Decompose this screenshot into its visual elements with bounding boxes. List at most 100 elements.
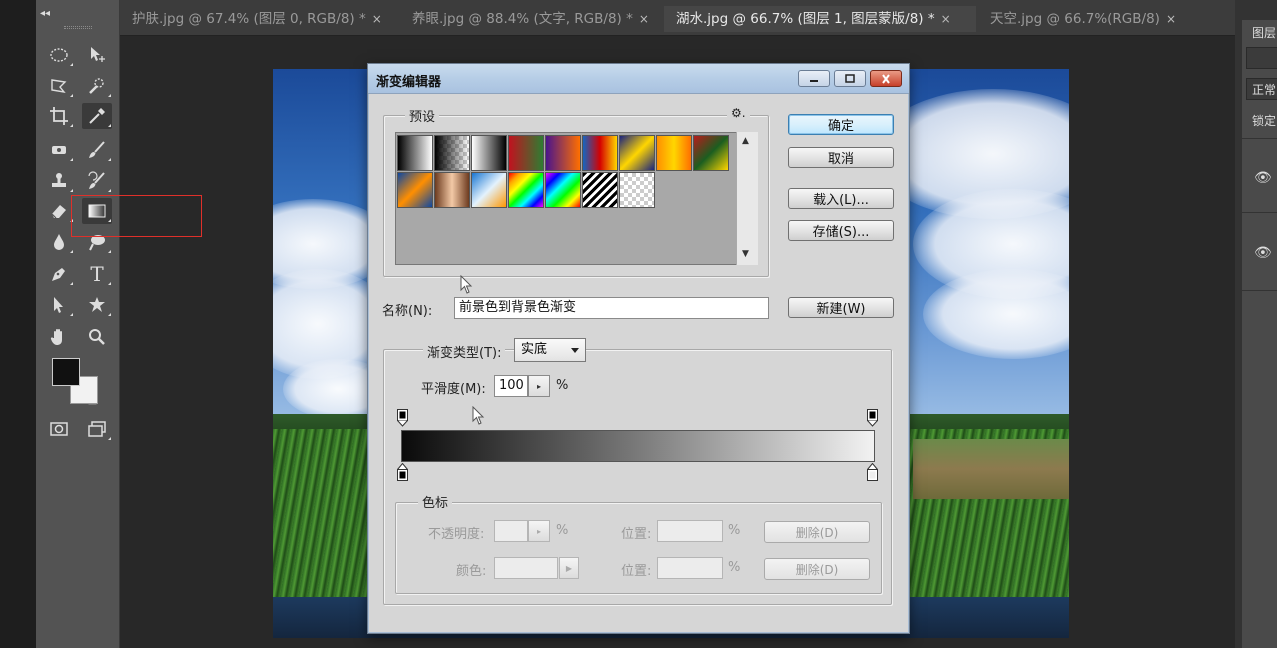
presets-legend: 预设 [405,106,440,125]
eyedropper-tool-icon[interactable] [82,103,112,129]
zoom-tool-icon[interactable] [82,324,112,350]
new-button[interactable]: 新建(W) [788,297,894,318]
screen-mode-icon[interactable] [82,416,112,442]
collapse-icon[interactable]: ◂◂ [40,8,50,19]
dialog-titlebar[interactable]: 渐变编辑器 [368,64,909,94]
preset-swatch[interactable] [619,135,655,171]
elliptical-marquee-tool-icon[interactable] [44,42,74,68]
tab-label: 湖水.jpg @ 66.7% (图层 1, 图层蒙版/8) * [676,11,935,27]
color-menu-arrow[interactable]: ▶ [559,557,579,579]
tab-tiankong[interactable]: 天空.jpg @ 66.7%(RGB/8) × [978,8,1188,30]
polygonal-lasso-tool-icon[interactable] [44,73,74,99]
eye-icon[interactable]: 👁 [1254,245,1272,261]
foreground-color-swatch[interactable] [52,358,80,386]
tab-label: 养眼.jpg @ 88.4% (文字, RGB/8) * [412,11,633,27]
minimize-button[interactable] [798,70,830,87]
color-stop-right[interactable] [867,463,878,481]
close-icon[interactable]: × [1166,12,1176,26]
history-brush-tool-icon[interactable] [82,168,112,194]
tab-label: 护肤.jpg @ 67.4% (图层 0, RGB/8) * [132,11,366,27]
smoothness-input[interactable]: 100 [494,375,528,397]
delete-color-stop-button[interactable]: 删除(D) [764,558,870,580]
crop-tool-icon[interactable] [44,103,74,129]
tab-yangyan[interactable]: 养眼.jpg @ 88.4% (文字, RGB/8) * × [400,8,660,30]
panel-grip[interactable] [64,26,92,29]
quick-selection-tool-icon[interactable] [82,73,112,99]
stops-group [395,502,882,594]
type-tool-icon[interactable]: T [82,261,112,287]
maximize-icon [845,73,855,83]
preset-swatch[interactable] [545,135,581,171]
opacity-stop-left[interactable] [397,409,408,427]
row-divider [1242,212,1277,213]
color-position-input[interactable] [657,557,723,579]
name-input[interactable]: 前景色到背景色渐变 [454,297,769,319]
opacity-stop-right[interactable] [867,409,878,427]
tab-hushui[interactable]: 湖水.jpg @ 66.7% (图层 1, 图层蒙版/8) * × [664,6,976,32]
eraser-tool-icon[interactable] [44,198,74,224]
close-icon[interactable]: × [941,12,951,26]
preset-swatch[interactable] [582,135,618,171]
ok-button[interactable]: 确定 [788,114,894,135]
preset-swatch[interactable] [508,135,544,171]
preset-swatch[interactable] [508,172,544,208]
blend-mode-select[interactable]: 正常 [1246,78,1277,100]
quick-mask-icon[interactable] [44,416,74,442]
brush-tool-icon[interactable] [82,137,112,163]
move-tool-icon[interactable] [82,42,112,68]
preset-swatch[interactable] [471,135,507,171]
preset-swatch[interactable] [397,135,433,171]
preset-swatch[interactable] [434,135,470,171]
opacity-label: 不透明度: [428,527,485,542]
save-button[interactable]: 存储(S)... [788,220,894,241]
close-icon[interactable]: × [639,12,649,26]
chevron-down-icon [571,348,579,353]
presets-grid[interactable] [395,132,758,265]
maximize-button[interactable] [834,70,866,87]
gradient-type-select[interactable]: 实底 [514,338,586,362]
spot-healing-brush-icon[interactable] [44,137,74,163]
smoothness-stepper[interactable]: ▸ [528,375,550,397]
preset-swatch[interactable] [471,172,507,208]
cancel-button[interactable]: 取消 [788,147,894,168]
opacity-position-label: 位置: [621,527,652,542]
preset-swatch[interactable] [693,135,729,171]
eye-icon[interactable]: 👁 [1254,170,1272,186]
type-tool-glyph: T [90,262,104,286]
pen-tool-icon[interactable] [44,261,74,287]
path-selection-tool-icon[interactable] [44,292,74,318]
hand-tool-icon[interactable] [44,324,74,350]
layer-filter-field[interactable] [1246,47,1277,69]
color-swatch-field[interactable] [494,557,558,579]
preset-swatch[interactable] [582,172,618,208]
load-button[interactable]: 载入(L)... [788,188,894,209]
layers-panel: 图层 正常 锁定 👁 👁 [1235,0,1277,648]
row-divider [1242,138,1277,139]
smoothness-unit: % [556,378,569,393]
opacity-input[interactable] [494,520,528,542]
blur-tool-icon[interactable] [44,229,74,255]
custom-shape-tool-icon[interactable] [82,292,112,318]
preset-swatch[interactable] [397,172,433,208]
delete-opacity-stop-button[interactable]: 删除(D) [764,521,870,543]
row-divider [1242,290,1277,291]
blend-mode-value: 正常 [1252,83,1277,97]
close-button[interactable] [870,70,902,87]
opacity-stepper[interactable]: ▸ [528,520,550,542]
opacity-position-input[interactable] [657,520,723,542]
gradient-preview-bar[interactable] [401,430,875,462]
scroll-down-icon[interactable]: ▼ [742,249,749,259]
presets-scrollbar[interactable]: ▲ ▼ [736,132,758,265]
color-label: 颜色: [456,564,487,579]
preset-swatch[interactable] [434,172,470,208]
color-stop-left[interactable] [397,463,408,481]
close-icon[interactable]: × [372,12,382,26]
scroll-up-icon[interactable]: ▲ [742,136,749,146]
preset-swatch[interactable] [619,172,655,208]
clone-stamp-tool-icon[interactable] [44,168,74,194]
tab-hufu[interactable]: 护肤.jpg @ 67.4% (图层 0, RGB/8) * × [120,8,390,30]
preset-swatch[interactable] [656,135,692,171]
preset-swatch[interactable] [545,172,581,208]
document-tab-bar: 护肤.jpg @ 67.4% (图层 0, RGB/8) * × 养眼.jpg @… [120,0,1235,36]
gear-icon[interactable]: ⚙. [727,106,750,120]
